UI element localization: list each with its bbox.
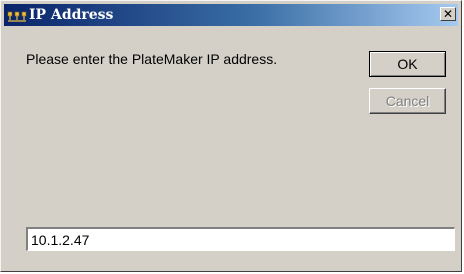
ip-address-dialog: IP Address ✕ Please enter the PlateMaker…	[0, 0, 462, 272]
prompt-message: Please enter the PlateMaker IP address.	[26, 51, 278, 67]
window-title: IP Address	[29, 7, 114, 23]
network-computers-icon	[7, 7, 27, 23]
close-icon: ✕	[442, 7, 454, 21]
close-button[interactable]: ✕	[440, 7, 456, 21]
cancel-button[interactable]: Cancel	[369, 88, 446, 114]
ok-button[interactable]: OK	[369, 51, 446, 77]
ip-address-input[interactable]	[26, 227, 455, 251]
title-bar[interactable]: IP Address ✕	[4, 4, 458, 26]
